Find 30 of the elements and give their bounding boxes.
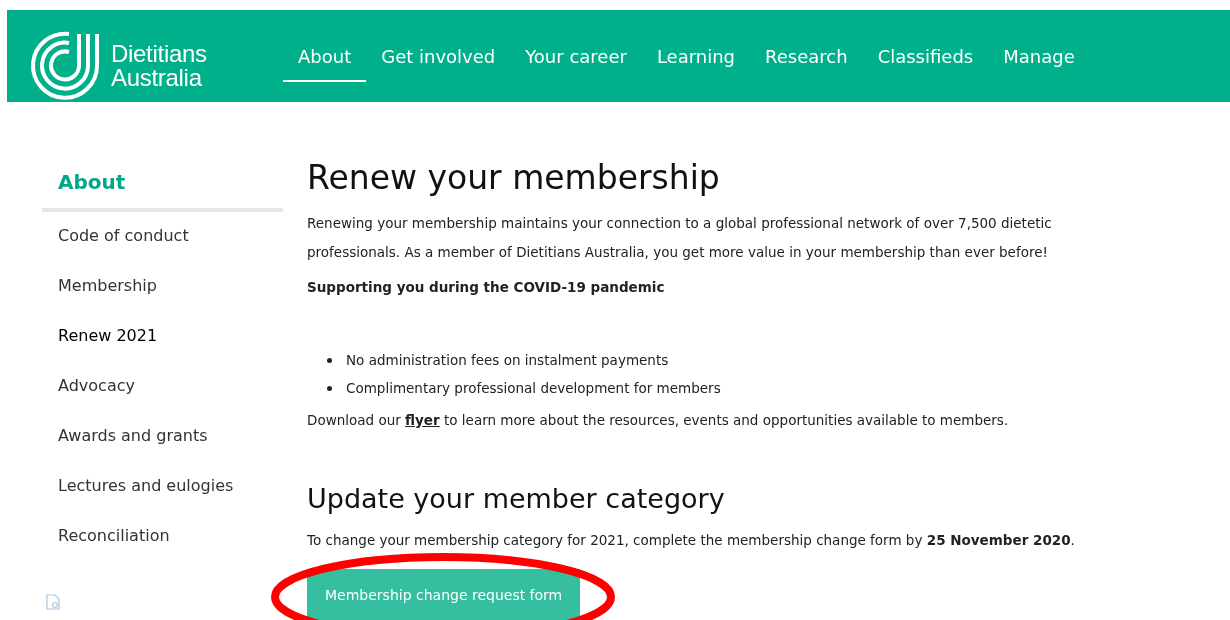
download-paragraph: Download our flyer to learn more about the resources, events and opportunities available to members. bbox=[307, 411, 1010, 430]
sidebar-item[interactable]: Awards and grants bbox=[42, 412, 283, 462]
sidebar-title: About bbox=[42, 158, 283, 212]
nav-tab[interactable]: Learning bbox=[641, 10, 751, 82]
bullet-icon bbox=[327, 357, 332, 363]
logo-icon[interactable] bbox=[29, 30, 101, 102]
nav-tab[interactable]: Your career bbox=[510, 10, 642, 82]
bullet-item: No administration fees on instalment payments bbox=[346, 351, 669, 370]
sidebar-item[interactable]: Code of conduct bbox=[42, 212, 283, 262]
sidebar-item[interactable]: Renew 2021 bbox=[42, 312, 283, 362]
sidebar-item[interactable]: Reconciliation bbox=[42, 512, 283, 562]
nav-tab[interactable]: Classifieds bbox=[862, 10, 989, 82]
sidebar-item[interactable]: Lectures and eulogies bbox=[42, 462, 283, 512]
bullet-icon bbox=[327, 385, 332, 391]
intro-paragraph: Renewing your membership maintains your connection to a global professional network of over 7,500 dietetic professionals. As a member of Dietitians Australia, you get more value in your membership than ever before! bbox=[307, 214, 1053, 262]
sidebar-item[interactable]: Advocacy bbox=[42, 362, 283, 412]
subheading: Supporting you during the COVID-19 pandemic bbox=[307, 278, 666, 297]
section-title: Update your member category bbox=[307, 483, 726, 514]
flyer-link[interactable]: flyer bbox=[405, 412, 440, 428]
nav-tab[interactable]: Manage bbox=[988, 10, 1090, 82]
document-icon bbox=[46, 594, 60, 610]
change-form-button[interactable]: Membership change request form bbox=[307, 569, 581, 620]
page-title: Renew your membership bbox=[307, 158, 721, 197]
nav-tab[interactable]: Get involved bbox=[366, 10, 511, 82]
nav-tab[interactable]: Research bbox=[750, 10, 863, 82]
bullet-item: Complimentary professional development for members bbox=[346, 379, 721, 398]
section-paragraph: To change your membership category for 2021, complete the membership change form by 25 November 2020. bbox=[307, 531, 1076, 550]
sidebar-item[interactable]: Membership bbox=[42, 262, 283, 312]
nav-tab[interactable]: About bbox=[283, 10, 367, 82]
logo-text[interactable]: Dietitians Australia bbox=[111, 42, 207, 90]
